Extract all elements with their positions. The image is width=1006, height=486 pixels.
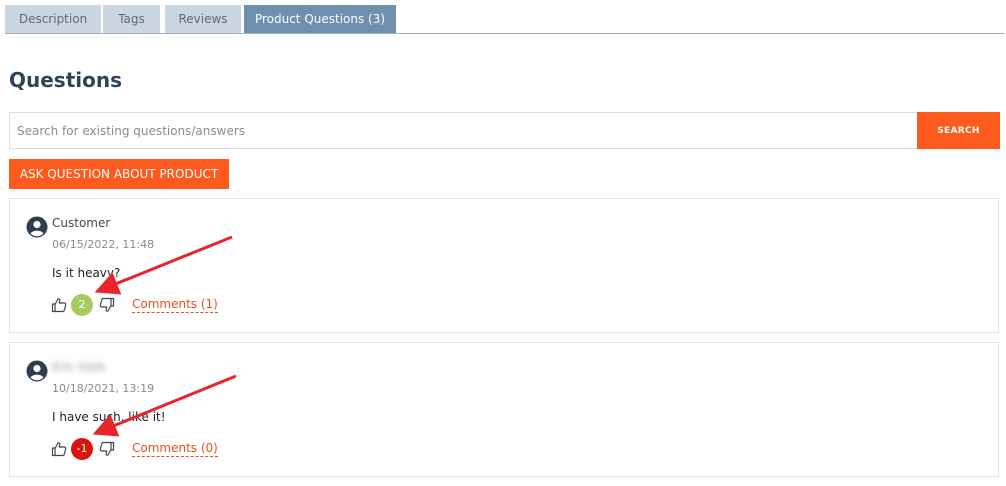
tab-reviews[interactable]: Reviews [165,5,241,33]
thumbs-down-icon[interactable] [99,297,115,313]
question-author: Customer [52,216,111,230]
thumbs-up-icon[interactable] [51,297,67,313]
tab-bar: Description Tags Reviews Product Questio… [5,5,1005,34]
user-avatar-icon [26,360,48,382]
tab-tags[interactable]: Tags [103,5,160,33]
vote-score-badge: -1 [71,438,93,460]
question-date: 10/18/2021, 13:19 [52,382,155,395]
thumbs-down-icon[interactable] [99,441,115,457]
question-search-input[interactable] [9,112,917,149]
vote-controls: 2 Comments (1) [50,294,250,316]
question-author: Eric Hale [52,360,106,374]
question-item: Eric Hale 10/18/2021, 13:19 I have such,… [9,342,999,477]
comments-link[interactable]: Comments (1) [132,297,218,313]
question-date: 06/15/2022, 11:48 [52,238,155,251]
user-avatar-icon [26,216,48,238]
comments-link[interactable]: Comments (0) [132,441,218,457]
thumbs-up-icon[interactable] [51,441,67,457]
ask-question-button[interactable]: ASK QUESTION ABOUT PRODUCT [9,159,229,189]
search-button[interactable]: SEARCH [917,112,1000,149]
question-item: Customer 06/15/2022, 11:48 Is it heavy? … [9,198,999,333]
section-title: Questions [9,68,123,92]
tab-product-questions[interactable]: Product Questions (3) [244,5,396,33]
question-text: Is it heavy? [52,266,121,280]
vote-controls: -1 Comments (0) [50,438,250,460]
tab-description[interactable]: Description [5,5,101,33]
question-text: I have such, like it! [52,410,166,424]
vote-score-badge: 2 [71,294,93,316]
